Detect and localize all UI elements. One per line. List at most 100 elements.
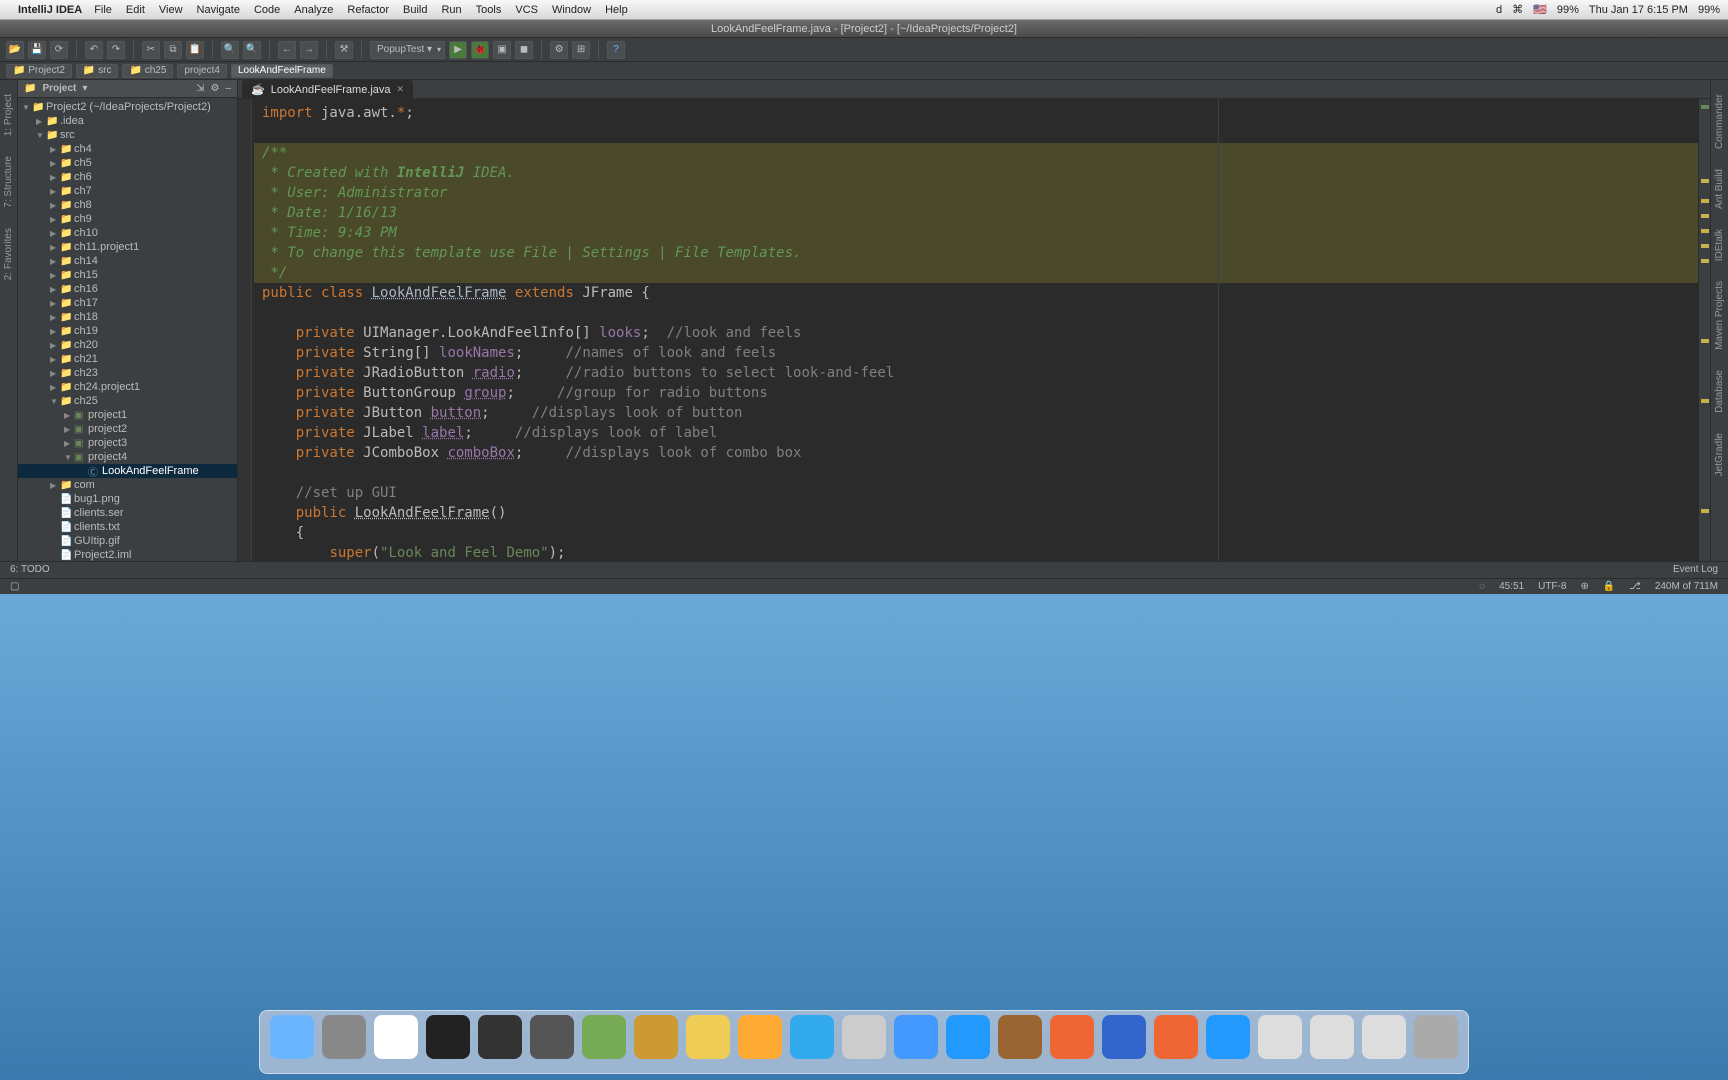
project-tree[interactable]: ▼ 📁 Project2 (~/IdeaProjects/Project2) ▶…: [18, 98, 237, 561]
undo-icon[interactable]: ↶: [85, 41, 103, 59]
dock-app-icon[interactable]: [1102, 1015, 1146, 1059]
project-structure-icon[interactable]: ⊞: [572, 41, 590, 59]
dock-app-icon[interactable]: [686, 1015, 730, 1059]
dock-app-icon[interactable]: [842, 1015, 886, 1059]
code-line[interactable]: super("Look and Feel Demo");: [254, 543, 1698, 561]
tree-node[interactable]: ▶📁ch5: [18, 156, 237, 170]
menubar-status-item[interactable]: 99%: [1698, 4, 1720, 16]
dock-app-icon[interactable]: [998, 1015, 1042, 1059]
settings-icon[interactable]: ⚙: [550, 41, 568, 59]
sync-icon[interactable]: ⟳: [50, 41, 68, 59]
app-name[interactable]: IntelliJ IDEA: [18, 4, 82, 16]
help-icon[interactable]: ?: [607, 41, 625, 59]
tree-node[interactable]: ▶📁ch10: [18, 226, 237, 240]
lock-icon[interactable]: 🔒: [1603, 581, 1615, 592]
back-icon[interactable]: ←: [278, 41, 296, 59]
dock-app-icon[interactable]: [374, 1015, 418, 1059]
code-line[interactable]: private UIManager.LookAndFeelInfo[] look…: [254, 323, 1698, 343]
code-line[interactable]: public class LookAndFeelFrame extends JF…: [254, 283, 1698, 303]
tool-window-tab[interactable]: Commander: [1713, 88, 1726, 155]
build-icon[interactable]: ⚒: [335, 41, 353, 59]
tree-node[interactable]: 📄GUItip.gif: [18, 534, 237, 548]
code-line[interactable]: private JLabel label; //displays look of…: [254, 423, 1698, 443]
breadcrumb-item[interactable]: 📁 ch25: [122, 64, 173, 78]
dock-app-icon[interactable]: [478, 1015, 522, 1059]
code-line[interactable]: * Created with IntelliJ IDEA.: [254, 163, 1698, 183]
tree-node[interactable]: ▶📁ch19: [18, 324, 237, 338]
breadcrumb-item[interactable]: project4: [177, 64, 227, 78]
tree-node[interactable]: ▶📁ch8: [18, 198, 237, 212]
insert-mode[interactable]: ⊕: [1580, 581, 1588, 592]
tree-node[interactable]: ▶📁ch17: [18, 296, 237, 310]
gear-icon[interactable]: ⚙: [210, 83, 219, 94]
code-line[interactable]: [254, 463, 1698, 483]
menu-vcs[interactable]: VCS: [515, 4, 538, 16]
tree-node[interactable]: ▶▣project1: [18, 408, 237, 422]
tree-node[interactable]: ▼▣project4: [18, 450, 237, 464]
breadcrumb-item[interactable]: LookAndFeelFrame: [231, 64, 333, 78]
menubar-status-item[interactable]: d: [1496, 4, 1502, 16]
menu-run[interactable]: Run: [441, 4, 461, 16]
menu-tools[interactable]: Tools: [476, 4, 502, 16]
tree-node[interactable]: ▼📁ch25: [18, 394, 237, 408]
event-log-tab[interactable]: Event Log: [1673, 564, 1718, 575]
menubar-status-item[interactable]: ⌘: [1512, 3, 1523, 16]
tree-node[interactable]: ▶📁ch16: [18, 282, 237, 296]
todo-tab[interactable]: 6: TODO: [10, 564, 50, 575]
breadcrumb-item[interactable]: 📁 src: [76, 64, 119, 78]
find-icon[interactable]: 🔍: [221, 41, 239, 59]
code-line[interactable]: private ButtonGroup group; //group for r…: [254, 383, 1698, 403]
menu-analyze[interactable]: Analyze: [294, 4, 333, 16]
dock-app-icon[interactable]: [1258, 1015, 1302, 1059]
code-line[interactable]: private JButton button; //displays look …: [254, 403, 1698, 423]
tree-node[interactable]: ▶▣project3: [18, 436, 237, 450]
tool-window-tab[interactable]: JetGradle: [1713, 427, 1726, 482]
redo-icon[interactable]: ↷: [107, 41, 125, 59]
code-line[interactable]: * To change this template use File | Set…: [254, 243, 1698, 263]
dock-app-icon[interactable]: [894, 1015, 938, 1059]
run-icon[interactable]: ▶: [449, 41, 467, 59]
tree-node[interactable]: 📄clients.txt: [18, 520, 237, 534]
menu-refactor[interactable]: Refactor: [347, 4, 389, 16]
tool-window-tab[interactable]: IDEtalk: [1713, 223, 1726, 267]
close-tab-icon[interactable]: ✕: [397, 84, 405, 95]
code-line[interactable]: */: [254, 263, 1698, 283]
tree-node[interactable]: ▶📁ch4: [18, 142, 237, 156]
menu-window[interactable]: Window: [552, 4, 591, 16]
dock-app-icon[interactable]: [946, 1015, 990, 1059]
editor-tab[interactable]: ☕ LookAndFeelFrame.java ✕: [242, 80, 413, 98]
dock-app-icon[interactable]: [738, 1015, 782, 1059]
forward-icon[interactable]: →: [300, 41, 318, 59]
code-line[interactable]: private String[] lookNames; //names of l…: [254, 343, 1698, 363]
tree-node[interactable]: 📄bug1.png: [18, 492, 237, 506]
coverage-icon[interactable]: ▣: [493, 41, 511, 59]
code-line[interactable]: private JRadioButton radio; //radio butt…: [254, 363, 1698, 383]
tree-node[interactable]: ▶📁ch14: [18, 254, 237, 268]
tree-node[interactable]: ⒸLookAndFeelFrame: [18, 464, 237, 478]
tool-window-tab[interactable]: 1: Project: [2, 88, 15, 142]
git-icon[interactable]: ⎇: [1629, 581, 1641, 592]
tree-node[interactable]: ▶📁ch11.project1: [18, 240, 237, 254]
dock-app-icon[interactable]: [1414, 1015, 1458, 1059]
paste-icon[interactable]: 📋: [186, 41, 204, 59]
code-line[interactable]: * Time: 9:43 PM: [254, 223, 1698, 243]
menu-view[interactable]: View: [159, 4, 183, 16]
menu-build[interactable]: Build: [403, 4, 427, 16]
tree-node[interactable]: ▶📁com: [18, 478, 237, 492]
code-line[interactable]: {: [254, 523, 1698, 543]
code-line[interactable]: * Date: 1/16/13: [254, 203, 1698, 223]
tool-window-tab[interactable]: 7: Structure: [2, 150, 15, 214]
dock-app-icon[interactable]: [790, 1015, 834, 1059]
menu-code[interactable]: Code: [254, 4, 280, 16]
tool-window-tab[interactable]: Maven Projects: [1713, 275, 1726, 356]
menu-help[interactable]: Help: [605, 4, 628, 16]
collapse-icon[interactable]: ⇲: [196, 83, 204, 94]
cut-icon[interactable]: ✂: [142, 41, 160, 59]
dock-app-icon[interactable]: [1154, 1015, 1198, 1059]
stop-icon[interactable]: ◼: [515, 41, 533, 59]
run-config-combo[interactable]: PopupTest ▾: [370, 41, 445, 59]
code-line[interactable]: [254, 303, 1698, 323]
dock-app-icon[interactable]: [1206, 1015, 1250, 1059]
tool-window-tab[interactable]: Ant Build: [1713, 163, 1726, 215]
breadcrumb-item[interactable]: 📁 Project2: [6, 64, 72, 78]
